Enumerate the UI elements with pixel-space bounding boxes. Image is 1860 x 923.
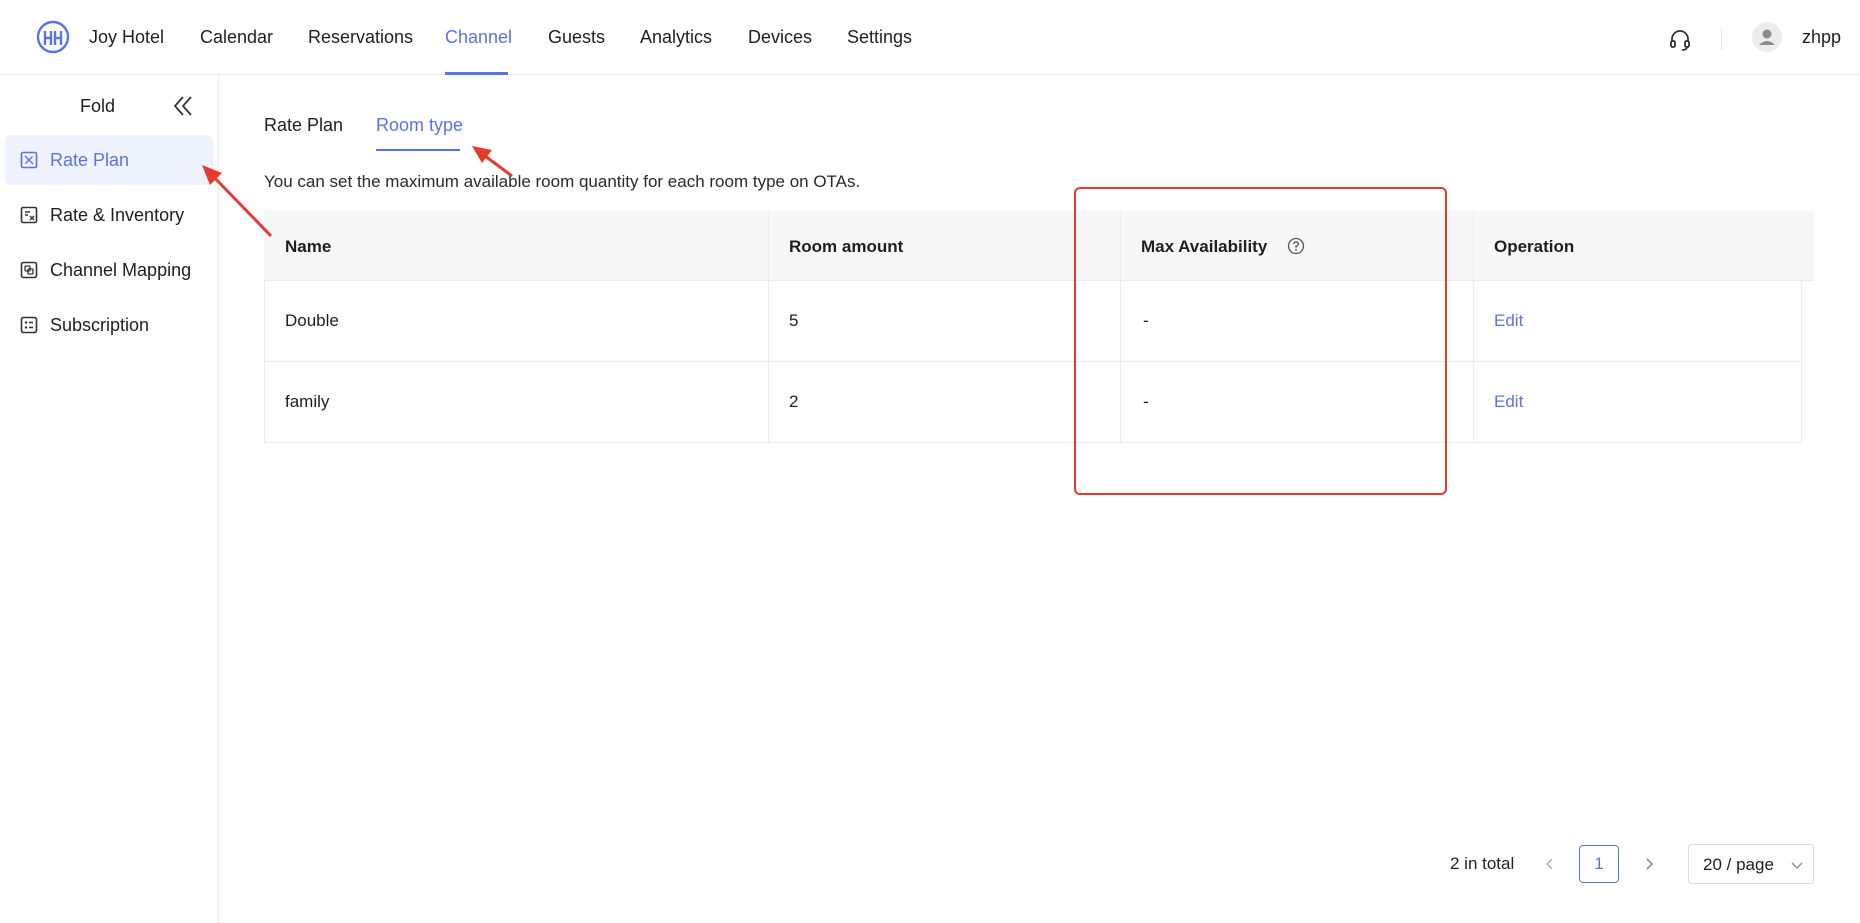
nav-settings[interactable]: Settings bbox=[847, 27, 912, 48]
table-header: Name Room amount Max Availability Operat… bbox=[264, 211, 1814, 281]
channel-mapping-icon bbox=[20, 261, 38, 279]
sidebar-item-rate-plan[interactable]: Rate Plan bbox=[5, 135, 213, 185]
hotel-name: Joy Hotel bbox=[89, 27, 165, 47]
edit-link[interactable]: Edit bbox=[1494, 311, 1523, 331]
nav-channel[interactable]: Channel bbox=[445, 27, 512, 48]
subscription-icon bbox=[20, 316, 38, 334]
sidebar-item-channel-mapping[interactable]: Channel Mapping bbox=[5, 245, 213, 295]
sidebar-item-label: Subscription bbox=[50, 315, 150, 335]
table-row: family 2 - Edit bbox=[264, 362, 1802, 443]
pagination-page-button[interactable]: 1 bbox=[1579, 845, 1619, 883]
cell-room-amount: 2 bbox=[789, 392, 799, 411]
edit-link[interactable]: Edit bbox=[1494, 392, 1523, 412]
nav-calendar[interactable]: Calendar bbox=[200, 27, 273, 48]
double-chevron-left-icon[interactable] bbox=[170, 93, 196, 119]
column-header-name: Name bbox=[285, 237, 332, 256]
annotation-highlight-box bbox=[1074, 187, 1447, 495]
nav-reservations[interactable]: Reservations bbox=[308, 27, 413, 48]
rate-inventory-icon bbox=[20, 206, 38, 224]
top-navigation-bar: Joy Hotel Calendar Reservations Channel … bbox=[0, 0, 1860, 75]
fold-label[interactable]: Fold bbox=[80, 96, 115, 117]
cell-name: family bbox=[285, 392, 330, 411]
chevron-down-icon bbox=[1791, 862, 1803, 869]
column-header-operation: Operation bbox=[1494, 237, 1575, 256]
active-nav-indicator bbox=[445, 72, 508, 75]
column-header-room-amount: Room amount bbox=[789, 237, 904, 256]
username[interactable]: zhpp bbox=[1802, 27, 1841, 48]
header-divider bbox=[1721, 28, 1722, 50]
tab-room-type[interactable]: Room type bbox=[376, 115, 463, 136]
pagination-total: 2 in total bbox=[1450, 854, 1515, 873]
sidebar: Fold Rate Plan Rate & Inventory Channel … bbox=[0, 75, 219, 923]
cell-room-amount: 5 bbox=[789, 311, 799, 330]
sidebar-item-label: Rate & Inventory bbox=[50, 205, 185, 225]
sidebar-item-label: Rate Plan bbox=[50, 150, 130, 170]
nav-analytics[interactable]: Analytics bbox=[640, 27, 712, 48]
nav-devices[interactable]: Devices bbox=[748, 27, 812, 48]
page-description: You can set the maximum available room q… bbox=[264, 172, 861, 191]
cell-name: Double bbox=[285, 311, 339, 330]
active-tab-indicator bbox=[376, 149, 460, 151]
page-size-select[interactable]: 20 / page bbox=[1688, 844, 1814, 884]
tab-rate-plan[interactable]: Rate Plan bbox=[264, 115, 343, 136]
chevron-left-icon[interactable] bbox=[1540, 854, 1560, 874]
annotation-arrows bbox=[202, 146, 513, 238]
headset-support-icon[interactable] bbox=[1668, 28, 1692, 52]
hotel-logo-icon[interactable] bbox=[36, 20, 70, 54]
nav-guests[interactable]: Guests bbox=[548, 27, 605, 48]
page-size-value: 20 / page bbox=[1703, 855, 1774, 874]
sidebar-item-label: Channel Mapping bbox=[50, 260, 192, 280]
sidebar-item-rate-inventory[interactable]: Rate & Inventory bbox=[5, 190, 213, 240]
sidebar-item-subscription[interactable]: Subscription bbox=[5, 300, 213, 350]
table-row: Double 5 - Edit bbox=[264, 281, 1802, 362]
user-icon bbox=[1759, 29, 1775, 45]
user-avatar[interactable] bbox=[1752, 22, 1782, 52]
rate-plan-icon bbox=[20, 151, 38, 169]
chevron-right-icon[interactable] bbox=[1639, 854, 1659, 874]
